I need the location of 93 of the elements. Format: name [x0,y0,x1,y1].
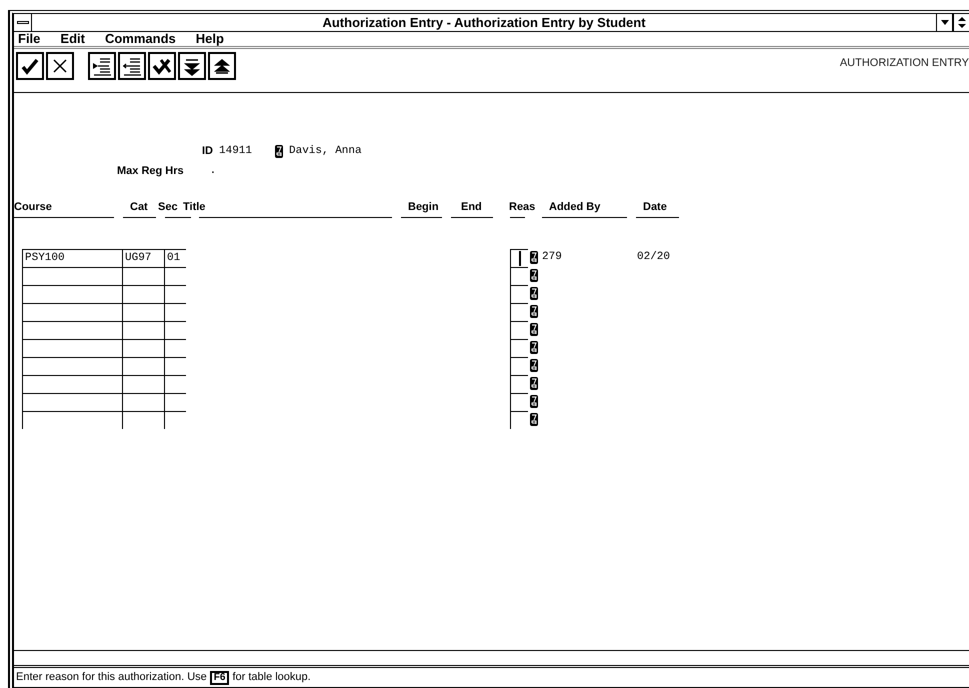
course-field[interactable] [22,393,122,411]
delete-row-button[interactable] [118,52,146,80]
lookup-icon[interactable] [530,303,538,321]
course-field[interactable] [22,357,122,375]
course-field[interactable] [22,267,122,285]
cat-field[interactable] [122,357,164,375]
check-button[interactable] [16,52,44,80]
sec-field[interactable] [164,267,186,285]
reason-field[interactable] [510,339,528,357]
previous-button[interactable] [208,52,236,80]
sec-field[interactable] [164,375,186,393]
cat-field[interactable] [122,285,164,303]
reason-field[interactable] [510,321,528,339]
added-by-value: 279 [542,250,563,265]
reason-field[interactable] [510,285,528,303]
caret-down-icon [940,20,948,25]
cat-field[interactable] [122,411,164,429]
course-field[interactable] [22,339,122,357]
status-message: Enter reason for this authorization. Use [16,670,207,686]
column-header: Course [14,200,52,215]
sec-field[interactable] [164,285,186,303]
key-cap: F6 [210,670,230,684]
insert-row-button[interactable] [88,52,116,80]
window-title: Authorization Entry - Authorization Entry by Student [321,14,647,31]
course-field[interactable] [22,285,122,303]
sec-field[interactable] [164,393,186,411]
cancel-button[interactable] [46,52,74,80]
menu-item[interactable]: Edit [60,29,85,49]
lookup-icon[interactable] [275,144,283,158]
outdent-list-icon [122,56,142,76]
lookup-icon[interactable] [530,267,538,285]
column-header: Begin [408,200,439,215]
course-field[interactable] [22,411,122,429]
indent-list-icon [92,56,112,76]
form-title: AUTHORIZATION ENTRY [840,56,969,71]
menu-item[interactable]: Commands [104,29,176,49]
sec-field[interactable] [164,303,186,321]
status-message: for table lookup. [232,670,311,686]
reason-field[interactable] [510,303,528,321]
chevron-up-icon [212,56,232,76]
column-header: Added By [549,200,600,215]
date-value: 02/20 [637,250,670,265]
reason-field[interactable] [510,267,528,285]
column-header: End [461,200,482,215]
column-header: Cat [130,200,148,215]
column-header: Date [643,200,667,215]
cat-field[interactable]: UG97 [122,249,164,267]
reason-field[interactable] [510,249,528,267]
course-field[interactable] [22,375,122,393]
cat-field[interactable] [122,303,164,321]
lookup-icon[interactable] [530,393,538,411]
reason-field[interactable] [510,411,528,429]
cat-field[interactable] [122,375,164,393]
check-cross-icon [152,56,172,76]
menu-item[interactable]: File [18,29,40,49]
lookup-icon[interactable] [530,411,538,429]
remove-button[interactable] [148,52,176,80]
column-header: Reas [509,200,536,215]
next-button[interactable] [178,52,206,80]
cat-field[interactable] [122,321,164,339]
dropdown-button[interactable] [936,14,952,31]
lookup-icon[interactable] [530,375,538,393]
lookup-icon[interactable] [530,285,538,303]
reason-field[interactable] [510,357,528,375]
lookup-icon[interactable] [530,321,538,339]
sec-field[interactable] [164,411,186,429]
resize-button[interactable] [952,14,969,31]
id-value: 14911 [219,144,254,159]
check-icon [20,56,40,76]
sec-field[interactable]: 01 [164,249,186,267]
reason-field[interactable] [510,393,528,411]
column-header: Title [183,200,206,215]
lookup-icon[interactable] [530,249,538,267]
up-down-arrows-icon [958,17,966,28]
sec-field[interactable] [164,357,186,375]
reason-field[interactable] [510,375,528,393]
cat-field[interactable] [122,393,164,411]
lookup-icon[interactable] [530,357,538,375]
lookup-icon[interactable] [530,339,538,357]
max-reg-hrs-value: . [210,164,216,178]
max-reg-hrs-label: Max Reg Hrs [117,164,184,178]
course-field[interactable] [22,303,122,321]
course-field[interactable]: PSY100 [22,249,122,267]
menu-item[interactable]: Help [196,29,224,49]
column-header: Sec [158,200,178,215]
student-name: Davis, Anna [289,144,362,159]
system-menu-button[interactable] [14,14,32,31]
course-field[interactable] [22,321,122,339]
id-label: ID [202,144,213,159]
sec-field[interactable] [164,321,186,339]
cat-field[interactable] [122,339,164,357]
sec-field[interactable] [164,339,186,357]
cat-field[interactable] [122,267,164,285]
